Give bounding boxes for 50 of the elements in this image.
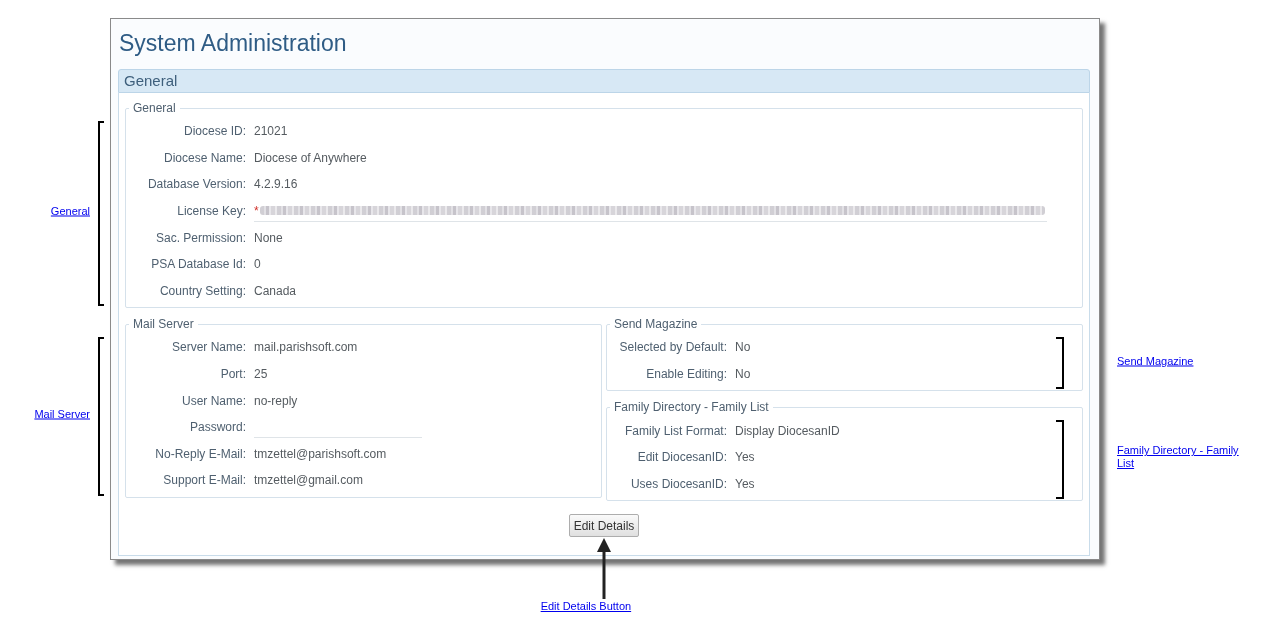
- field-value: 21021: [254, 123, 288, 141]
- field-value: 4.2.9.16: [254, 176, 298, 194]
- panel-header: General: [118, 69, 1090, 93]
- annotation-link[interactable]: Mail Server: [34, 407, 90, 421]
- field-value: 25: [254, 366, 268, 384]
- fieldset-legend: Send Magazine: [610, 317, 702, 332]
- field-value: No: [735, 339, 751, 357]
- input-field[interactable]: *: [254, 200, 1047, 223]
- field-value: no-reply: [254, 392, 298, 410]
- field-label: Database Version:: [146, 176, 246, 194]
- page-title: System Administration: [118, 29, 348, 57]
- annotation-link[interactable]: Send Magazine: [1117, 354, 1247, 368]
- field-value: Canada: [254, 282, 297, 300]
- field-label: Family List Format:: [624, 422, 727, 440]
- field-value: Display DiocesanID: [735, 422, 840, 440]
- field-value: Yes: [735, 475, 755, 493]
- field-value: Diocese of Anywhere: [254, 149, 367, 167]
- fieldset-legend: Mail Server: [129, 317, 198, 332]
- field-label: Selected by Default:: [618, 339, 727, 357]
- field-value: No: [735, 366, 751, 384]
- field-label: License Key:: [176, 203, 246, 221]
- field-label: Password:: [188, 419, 246, 437]
- field-label: PSA Database Id:: [150, 256, 246, 274]
- field-value: None: [254, 229, 283, 247]
- field-label: Support E-Mail:: [162, 472, 246, 490]
- field-label: Sac. Permission:: [154, 229, 246, 247]
- field-label: No-Reply E-Mail:: [154, 445, 246, 463]
- field-label: Enable Editing:: [645, 366, 727, 384]
- field-label: Diocese ID:: [182, 123, 246, 141]
- field-label: User Name:: [181, 392, 246, 410]
- field-value: tmzettel@parishsoft.com: [254, 445, 387, 463]
- annotation-link[interactable]: Family Directory - Family List: [1117, 444, 1247, 471]
- edit-details-button[interactable]: Edit Details: [568, 514, 640, 538]
- field-value: mail.parishsoft.com: [254, 339, 358, 357]
- fieldset-legend: Family Directory - Family List: [610, 400, 773, 415]
- field-label: Country Setting:: [158, 282, 246, 300]
- callout-arrow: [596, 538, 612, 600]
- field-value: tmzettel@gmail.com: [254, 472, 363, 490]
- field-value: 0: [254, 256, 261, 274]
- annotation-link[interactable]: Edit Details Button: [540, 600, 632, 614]
- field-label: Diocese Name:: [162, 149, 246, 167]
- annotation-link[interactable]: General: [50, 204, 90, 218]
- field-label: Edit DiocesanID:: [636, 449, 727, 467]
- fieldset-legend: General: [129, 101, 180, 115]
- field-value: Yes: [735, 449, 755, 467]
- callout-bracket: [1056, 337, 1064, 390]
- field-label: Port:: [219, 366, 246, 384]
- required-marker: *: [254, 202, 259, 220]
- field-label: Server Name:: [170, 339, 246, 357]
- field-label: Uses DiocesanID:: [629, 475, 727, 493]
